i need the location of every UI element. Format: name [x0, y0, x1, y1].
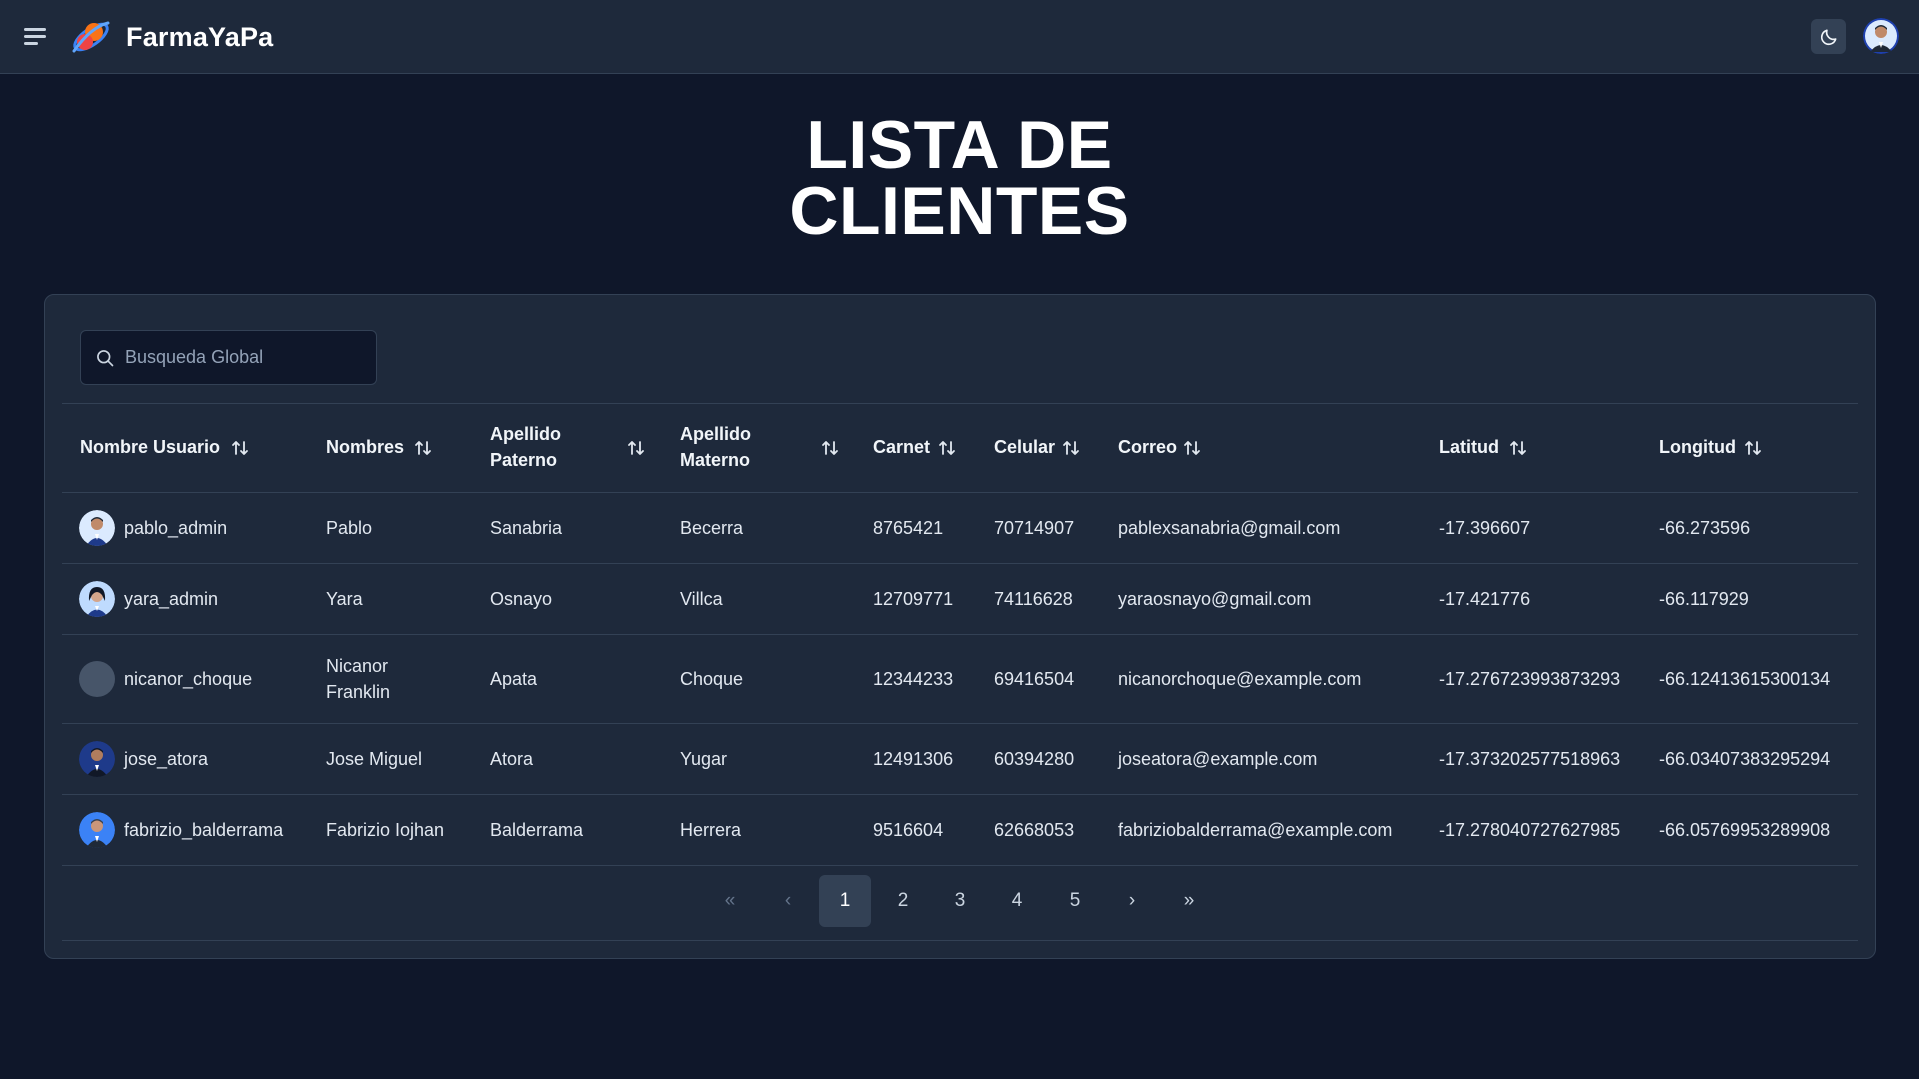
sort-icon[interactable] — [1061, 438, 1081, 458]
client-avatar — [79, 812, 115, 848]
page-button-5[interactable]: 5 — [1049, 875, 1101, 927]
cell-materno: Yugar — [680, 749, 728, 769]
column-header-apellido-materno[interactable]: Apellido Materno — [680, 421, 790, 473]
cell-usuario: fabrizio_balderrama — [124, 820, 284, 840]
cell-celular: 60394280 — [994, 749, 1075, 769]
farmayapa-logo-icon — [70, 17, 112, 57]
cell-nombres: Nicanor Franklin — [326, 656, 391, 702]
cell-materno: Choque — [680, 669, 744, 689]
hamburger-menu-icon[interactable] — [24, 26, 50, 48]
cell-carnet: 12344233 — [873, 669, 954, 689]
table-divider — [62, 865, 1858, 866]
cell-correo: joseatora@example.com — [1118, 749, 1318, 769]
table-top-divider — [62, 403, 1858, 404]
cell-paterno: Atora — [490, 749, 534, 769]
cell-materno: Herrera — [680, 820, 742, 840]
cell-longitud: -66.05769953289908 — [1659, 820, 1831, 840]
prev-page-button[interactable]: ‹ — [762, 875, 814, 927]
cell-carnet: 9516604 — [873, 820, 944, 840]
client-avatar-placeholder — [79, 661, 115, 697]
sort-icon[interactable] — [626, 438, 646, 458]
cell-celular: 69416504 — [994, 669, 1075, 689]
user-avatar[interactable] — [1863, 18, 1899, 54]
sort-icon[interactable] — [1182, 438, 1202, 458]
sort-icon[interactable] — [1508, 438, 1528, 458]
cell-longitud: -66.273596 — [1659, 518, 1751, 538]
cell-usuario: jose_atora — [124, 749, 209, 769]
sort-icon[interactable] — [1743, 438, 1763, 458]
sort-icon[interactable] — [413, 438, 433, 458]
column-header-nombre-usuario[interactable]: Nombre Usuario — [80, 434, 220, 460]
page-title-line-2: CLIENTES — [789, 173, 1130, 249]
cell-nombres: Fabrizio Iojhan — [326, 820, 445, 840]
page-button-1[interactable]: 1 — [819, 875, 871, 927]
sort-icon[interactable] — [820, 438, 840, 458]
global-search-input[interactable] — [125, 331, 365, 384]
cell-celular: 62668053 — [994, 820, 1075, 840]
cell-carnet: 12491306 — [873, 749, 954, 769]
table-divider — [62, 794, 1858, 795]
cell-nombres: Pablo — [326, 518, 373, 538]
top-navbar: FarmaYaPa — [0, 0, 1919, 74]
cell-longitud: -66.03407383295294 — [1659, 749, 1831, 769]
page-title-line-1: LISTA DE — [806, 107, 1113, 183]
cell-nombres: Yara — [326, 589, 363, 609]
table-divider — [62, 634, 1858, 635]
cell-materno: Villca — [680, 589, 723, 609]
cell-carnet: 8765421 — [873, 518, 944, 538]
cell-carnet: 12709771 — [873, 589, 954, 609]
cell-latitud: -17.373202577518963 — [1439, 749, 1621, 769]
cell-latitud: -17.276723993873293 — [1439, 669, 1621, 689]
client-avatar — [79, 581, 115, 617]
page-button-4[interactable]: 4 — [991, 875, 1043, 927]
client-avatar — [79, 510, 115, 546]
page-button-2[interactable]: 2 — [877, 875, 929, 927]
next-page-button[interactable]: › — [1106, 875, 1158, 927]
column-header-longitud[interactable]: Longitud — [1659, 434, 1736, 460]
cell-nombres: Jose Miguel — [326, 749, 423, 769]
cell-correo: fabriziobalderrama@example.com — [1118, 820, 1393, 840]
column-header-carnet[interactable]: Carnet — [873, 434, 930, 460]
cell-usuario: yara_admin — [124, 589, 219, 609]
column-header-correo[interactable]: Correo — [1118, 434, 1177, 460]
cell-latitud: -17.396607 — [1439, 518, 1531, 538]
table-bottom-divider — [62, 940, 1858, 941]
cell-correo: pablexsanabria@gmail.com — [1118, 518, 1341, 538]
clients-table-card: Nombre Usuario Nombres Apellido Paterno … — [44, 294, 1876, 959]
table-divider — [62, 563, 1858, 564]
brand-name[interactable]: FarmaYaPa — [126, 22, 273, 53]
search-icon — [97, 350, 114, 367]
table-divider — [62, 492, 1858, 493]
sort-icon[interactable] — [937, 438, 957, 458]
first-page-button[interactable]: « — [704, 875, 756, 927]
cell-longitud: -66.117929 — [1659, 589, 1749, 609]
table-divider — [62, 723, 1858, 724]
cell-paterno: Sanabria — [490, 518, 563, 538]
cell-longitud: -66.12413615300134 — [1659, 669, 1831, 689]
cell-correo: nicanorchoque@example.com — [1118, 669, 1362, 689]
page-button-3[interactable]: 3 — [934, 875, 986, 927]
cell-paterno: Apata — [490, 669, 538, 689]
cell-usuario: pablo_admin — [124, 518, 228, 538]
cell-paterno: Balderrama — [490, 820, 584, 840]
theme-toggle-button[interactable] — [1811, 19, 1846, 54]
sort-icon[interactable] — [230, 438, 250, 458]
cell-latitud: -17.278040727627985 — [1439, 820, 1621, 840]
cell-usuario: nicanor_choque — [124, 669, 253, 689]
cell-celular: 70714907 — [994, 518, 1075, 538]
cell-paterno: Osnayo — [490, 589, 553, 609]
cell-correo: yaraosnayo@gmail.com — [1118, 589, 1312, 609]
cell-materno: Becerra — [680, 518, 744, 538]
last-page-button[interactable]: » — [1163, 875, 1215, 927]
cell-celular: 74116628 — [994, 589, 1073, 609]
client-avatar — [79, 741, 115, 777]
global-search — [80, 330, 377, 385]
column-header-celular[interactable]: Celular — [994, 434, 1055, 460]
column-header-latitud[interactable]: Latitud — [1439, 434, 1499, 460]
column-header-nombres[interactable]: Nombres — [326, 434, 404, 460]
page-title: LISTA DE CLIENTES — [0, 107, 1919, 249]
moon-icon — [1820, 29, 1836, 45]
column-header-apellido-paterno[interactable]: Apellido Paterno — [490, 421, 600, 473]
cell-latitud: -17.421776 — [1439, 589, 1531, 609]
